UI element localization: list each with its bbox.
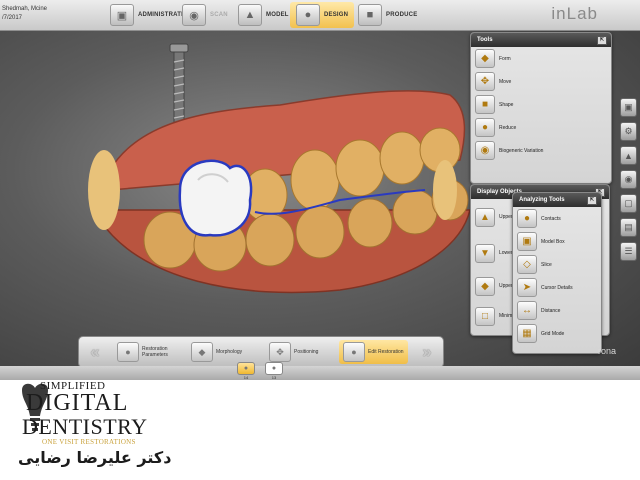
settings-gear-icon[interactable]: ⚙ — [620, 122, 637, 141]
restoration-strip — [0, 366, 640, 380]
crown-restoration[interactable] — [178, 159, 253, 237]
tools-panel: Tools ⇱ ◆ Form ✥ Move ■ Shape ● Reduce ◉ Biog… — [470, 32, 612, 184]
workflow-bar: Shedmah, Mcine /7/2017 ▣ ADMINISTRATION … — [0, 0, 640, 31]
logo-tagline: ONE VISIT RESTORATIONS — [42, 438, 136, 446]
buccal-icon: ◆ — [475, 276, 495, 296]
colors-icon[interactable]: ◉ — [620, 170, 637, 189]
shape-icon: ■ — [475, 95, 495, 114]
logo-doctor-name: دکتر علیرضا رضایی — [18, 448, 172, 467]
mill-icon: ■ — [358, 4, 382, 26]
crown-thumb-icon: ● — [237, 362, 255, 375]
edit-restoration-icon: ● — [343, 342, 365, 362]
distance-icon: ↔ — [517, 301, 537, 320]
phase-morphology[interactable]: ◆ Morphology — [191, 340, 242, 364]
view-cube-icon[interactable]: ▣ — [620, 98, 637, 117]
tool-biogeneric-variation[interactable]: ◉ Biogeneric Variation — [471, 139, 611, 162]
export-icon[interactable]: ☰ — [620, 242, 637, 261]
phase-bar: « ● Restoration Parameters ◆ Morphology … — [78, 336, 444, 368]
analyze-distance[interactable]: ↔ Distance — [513, 299, 601, 322]
pin-icon[interactable]: ⇱ — [597, 36, 607, 45]
crown-icon: ● — [296, 4, 320, 26]
analyze-model-box[interactable]: ▣ Model Box — [513, 230, 601, 253]
screenshot-icon[interactable]: ▢ — [620, 194, 637, 213]
tool-shape[interactable]: ■ Shape — [471, 93, 611, 116]
biogeneric-icon: ◉ — [475, 141, 495, 160]
3d-jaw-model[interactable] — [80, 40, 500, 310]
inlab-logo: inLab — [551, 4, 598, 23]
analyze-slice[interactable]: ◇ Slice — [513, 253, 601, 276]
grid-icon: ▦ — [517, 324, 537, 343]
crown-thumb-icon: ● — [265, 362, 283, 375]
sirona-logo: rona — [598, 346, 617, 356]
step-scan[interactable]: ◉ SCAN — [176, 2, 234, 28]
positioning-icon: ✥ — [269, 342, 291, 362]
windows-icon[interactable]: ▤ — [620, 218, 637, 237]
tooth-view-icon[interactable]: ▲ — [620, 146, 637, 165]
pin-icon[interactable]: ⇱ — [587, 196, 597, 205]
step-model[interactable]: ▲ MODEL — [232, 2, 295, 28]
restoration-icon: ● — [117, 342, 139, 362]
inlab-window: Shedmah, Mcine /7/2017 ▣ ADMINISTRATION … — [0, 0, 640, 378]
reduce-icon: ● — [475, 118, 495, 137]
analyzing-panel-title: Analyzing Tools — [519, 197, 565, 203]
lower-jaw-icon: ▼ — [475, 243, 495, 263]
previous-phase-arrow-icon[interactable]: « — [83, 341, 107, 363]
analyze-cursor-details[interactable]: ➤ Cursor Details — [513, 276, 601, 299]
patient-date: /7/2017 — [2, 15, 23, 21]
analyzing-tools-panel: Analyzing Tools ⇱ ● Contacts ▣ Model Box ◇… — [512, 192, 602, 354]
model-box-icon: ▣ — [517, 232, 537, 251]
move-icon: ✥ — [475, 72, 495, 91]
step-produce[interactable]: ■ PRODUCE — [352, 2, 423, 28]
next-phase-arrow-icon[interactable]: » — [415, 341, 439, 363]
analyze-grid-mode[interactable]: ▦ Grid Mode — [513, 322, 601, 345]
model-icon: ▲ — [238, 4, 262, 26]
tool-move[interactable]: ✥ Move — [471, 70, 611, 93]
logo-digital: DIGITAL — [26, 390, 129, 416]
thickness-icon: □ — [475, 306, 495, 326]
phase-edit-restoration[interactable]: ● Edit Restoration — [339, 340, 408, 364]
logo-dentistry: DENTISTRY — [22, 414, 148, 439]
contacts-icon: ● — [517, 209, 537, 228]
upper-jaw-icon: ▲ — [475, 207, 495, 227]
tool-reduce[interactable]: ● Reduce — [471, 116, 611, 139]
step-design[interactable]: ● DESIGN — [290, 2, 355, 28]
simplified-digital-dentistry-logo: SIMPLIFIED DIGITAL DENTISTRY ONE VISIT R… — [18, 380, 178, 476]
slice-icon: ◇ — [517, 255, 537, 274]
restoration-thumb-13[interactable]: ● 13 — [264, 362, 284, 380]
tool-form[interactable]: ◆ Form — [471, 47, 611, 70]
tooth-box-icon: ▣ — [110, 4, 134, 26]
tools-panel-title: Tools — [477, 37, 493, 43]
analyze-contacts[interactable]: ● Contacts — [513, 207, 601, 230]
phase-positioning[interactable]: ✥ Positioning — [269, 340, 318, 364]
phase-restoration-parameters[interactable]: ● Restoration Parameters — [117, 340, 182, 364]
cursor-details-icon: ➤ — [517, 278, 537, 297]
camera-icon: ◉ — [182, 4, 206, 26]
form-icon: ◆ — [475, 49, 495, 68]
restoration-thumb-14[interactable]: ● 14 — [236, 362, 256, 380]
patient-name: Shedmah, Mcine — [2, 6, 48, 12]
morphology-icon: ◆ — [191, 342, 213, 362]
